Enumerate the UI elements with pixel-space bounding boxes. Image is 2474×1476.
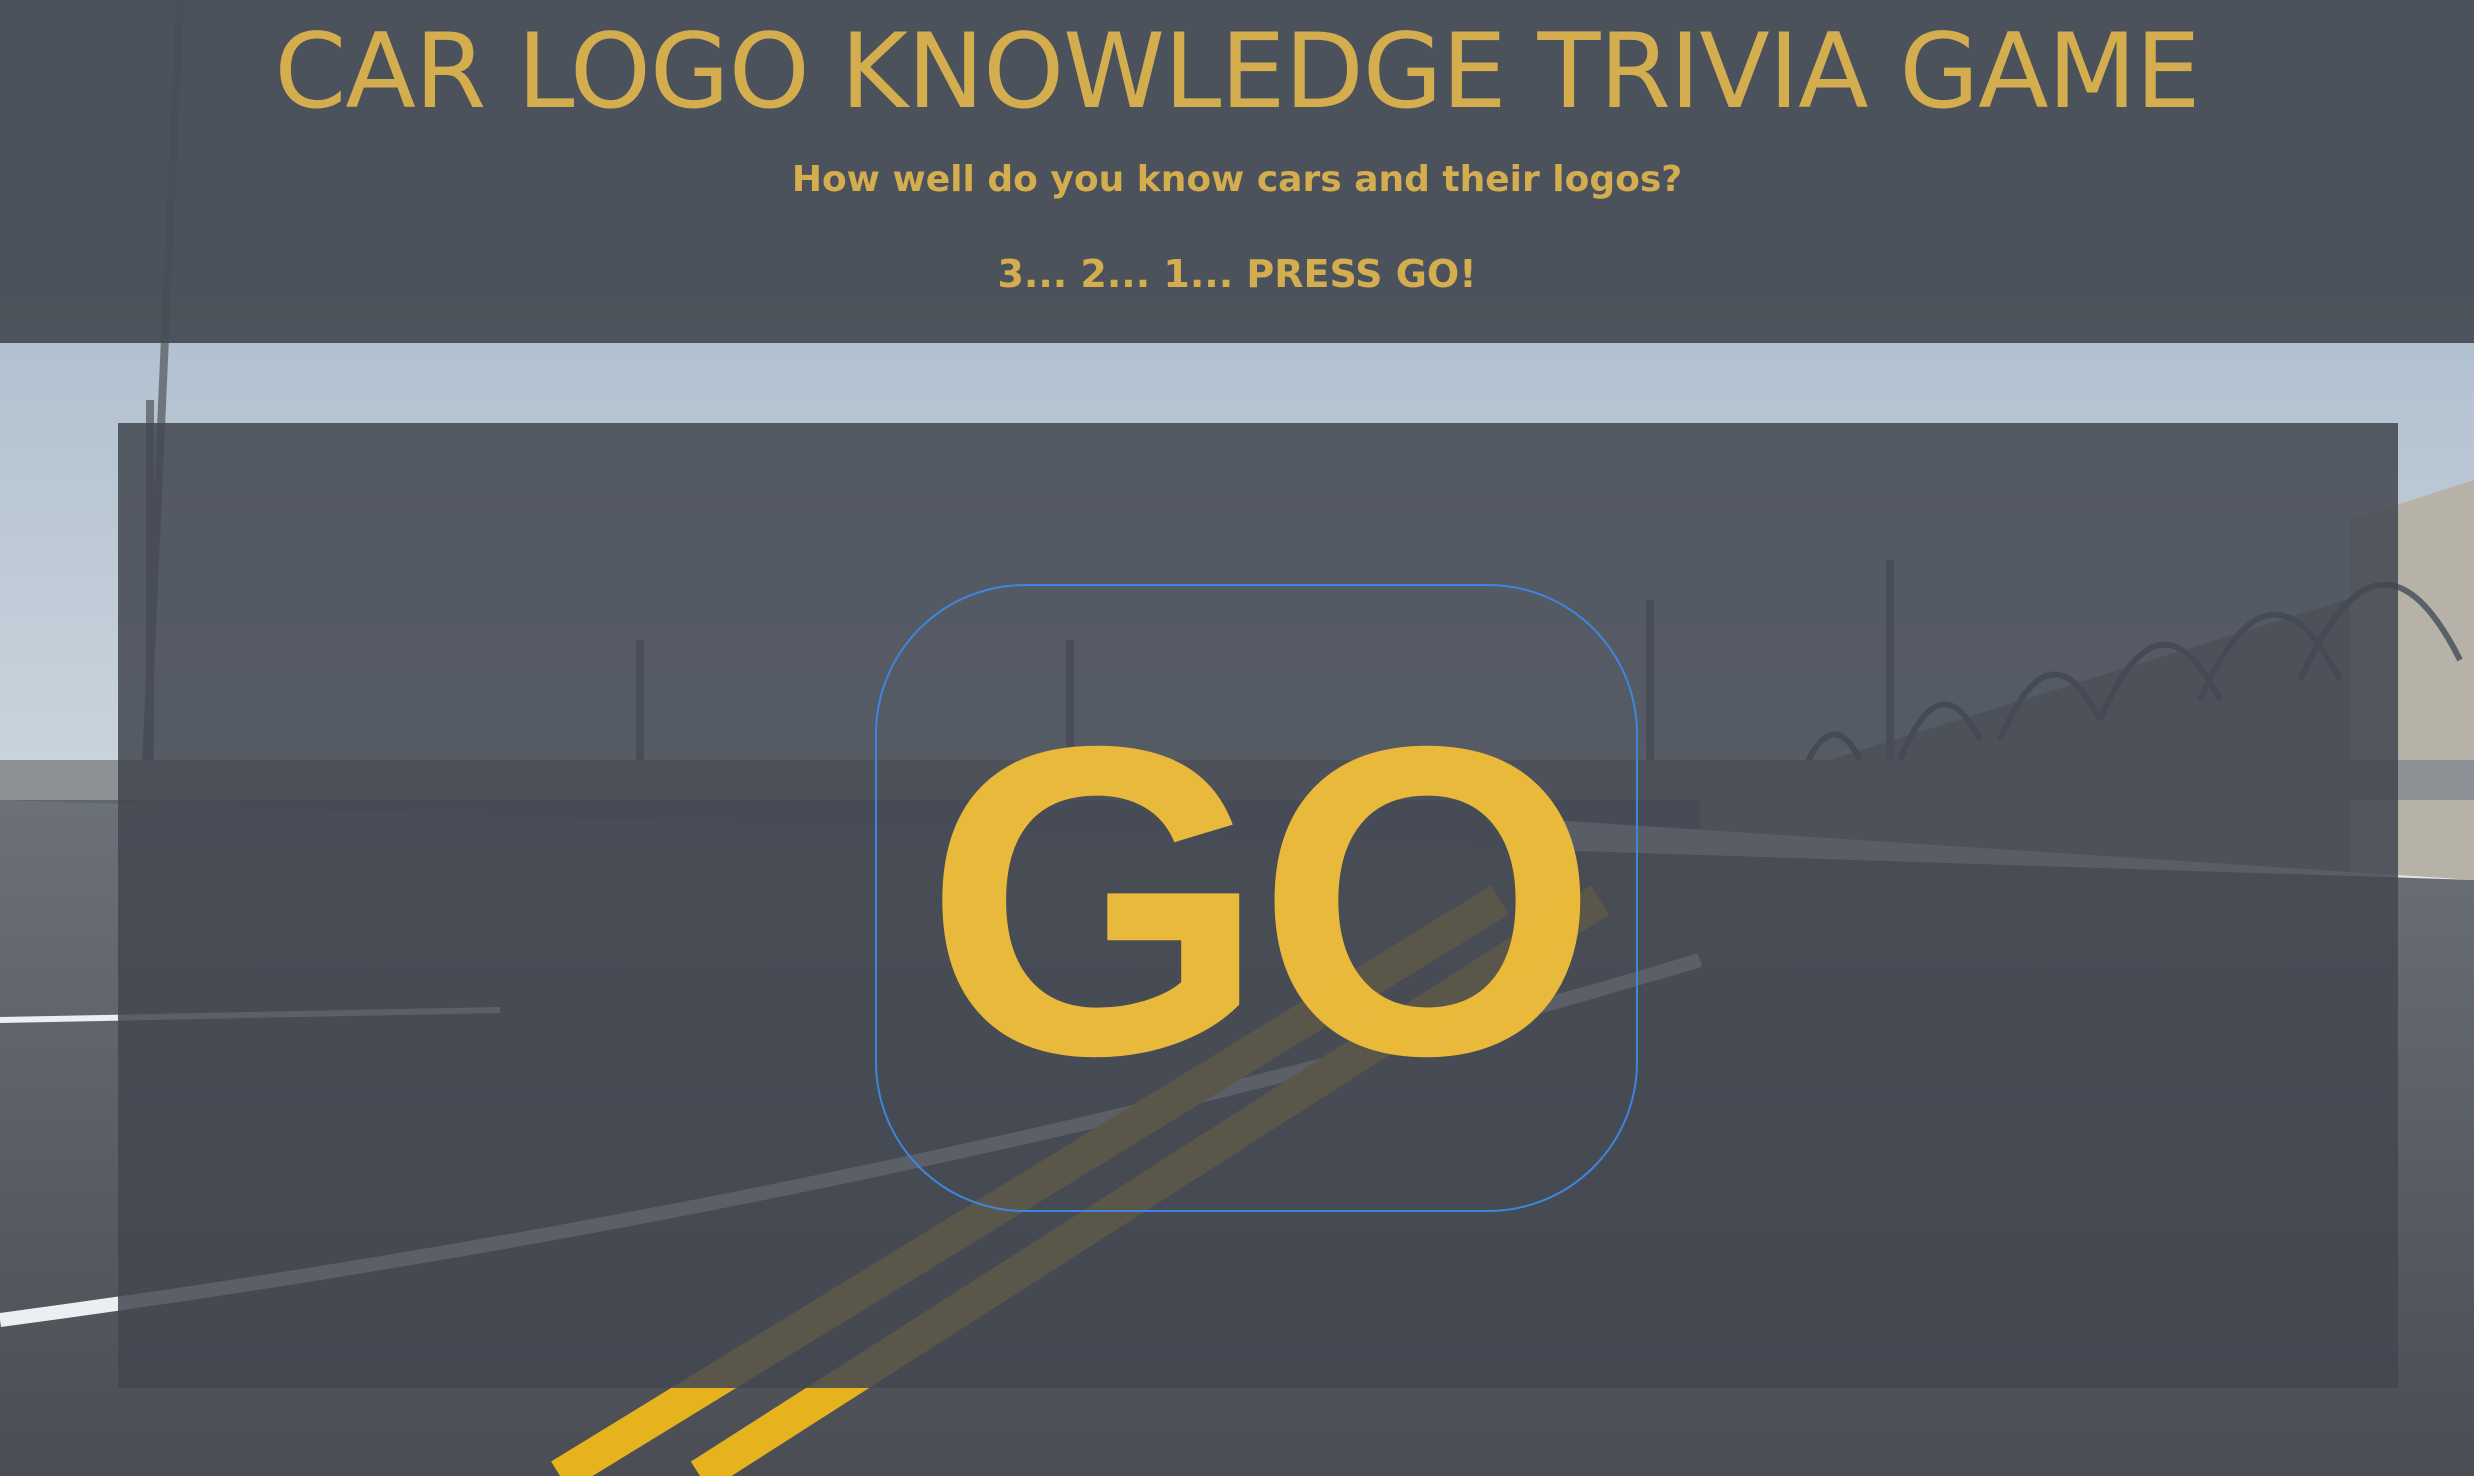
countdown-instruction: 3... 2... 1... PRESS GO! [997,252,1477,296]
page-subtitle: How well do you know cars and their logo… [791,159,1683,200]
page-title: CAR LOGO KNOWLEDGE TRIVIA GAME [274,12,2200,132]
header-banner: CAR LOGO KNOWLEDGE TRIVIA GAME How well … [0,0,2474,343]
go-button[interactable]: GO [875,584,1638,1212]
go-button-label: GO [924,656,1598,1147]
